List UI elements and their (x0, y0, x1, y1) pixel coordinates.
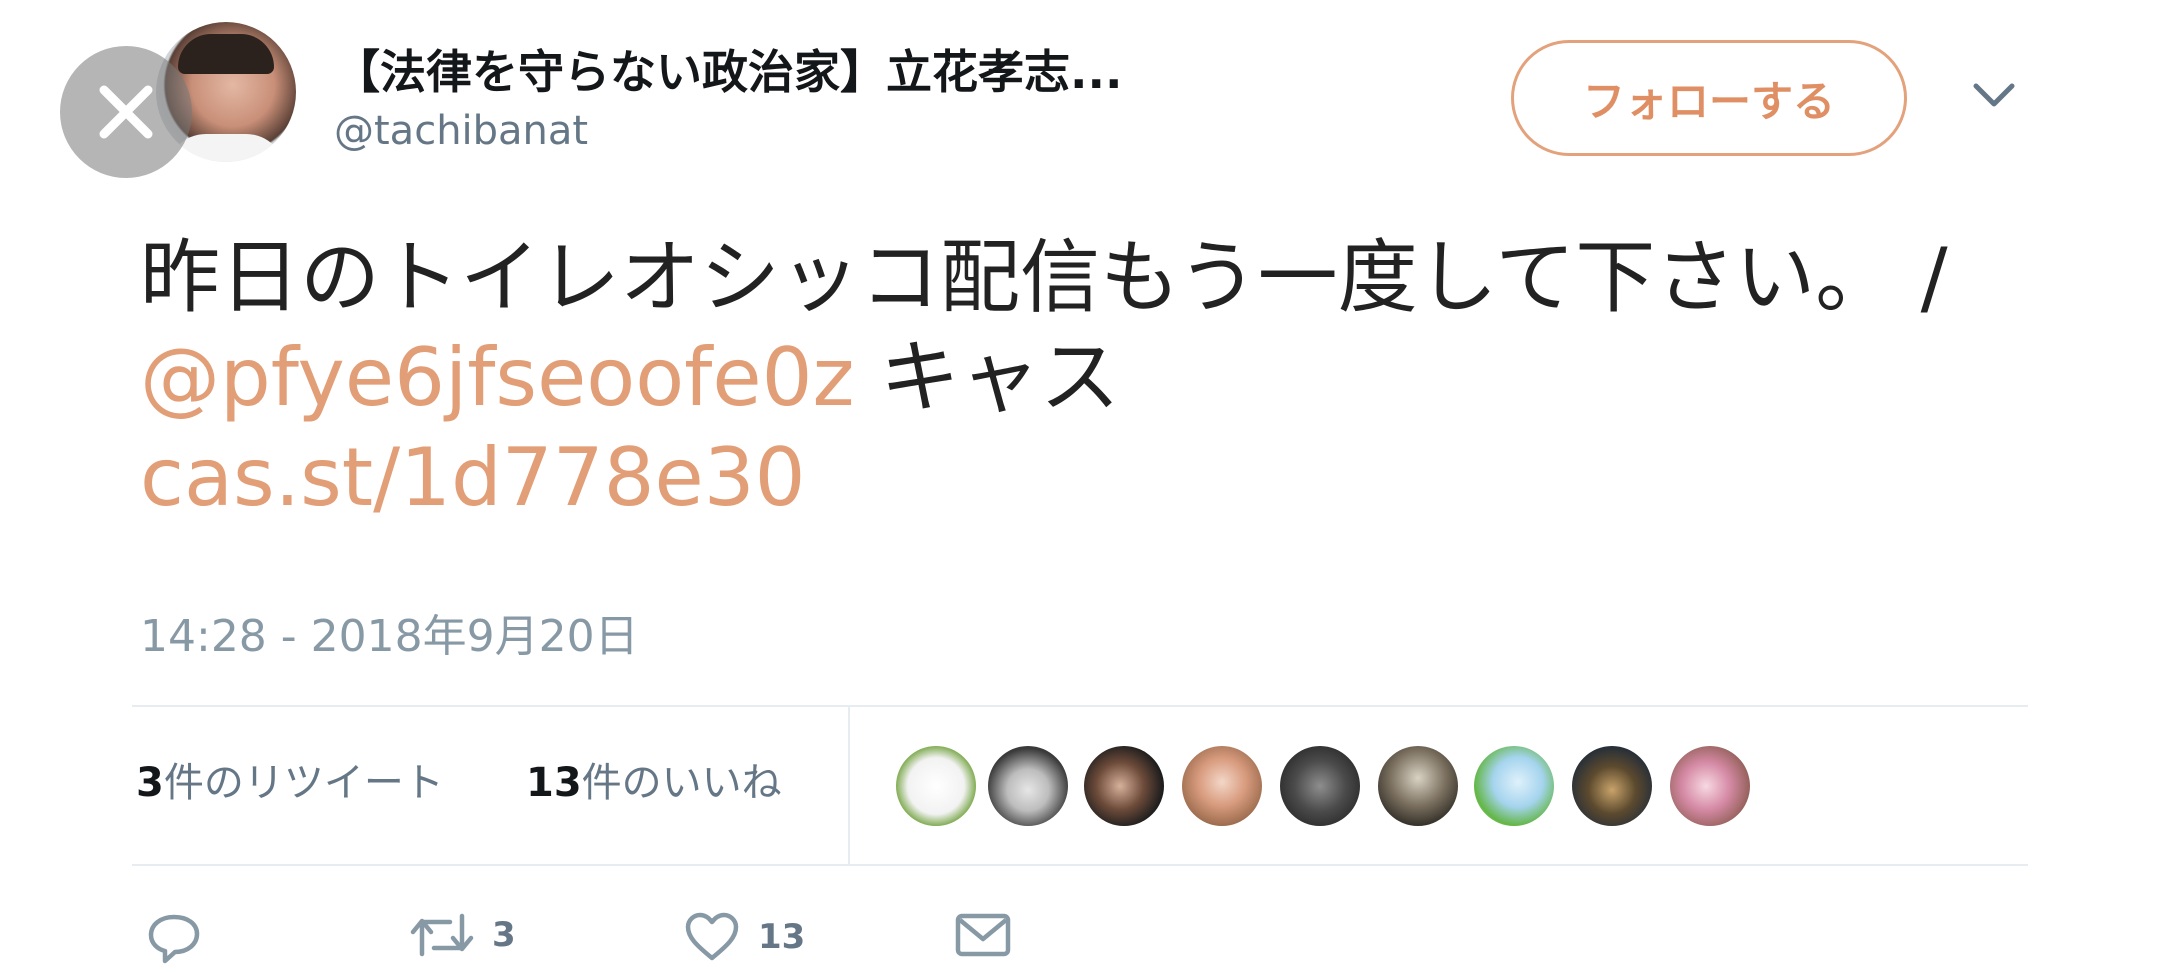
follow-button[interactable]: フォローする (1511, 40, 1907, 156)
divider-bottom (132, 864, 2028, 866)
divider-vertical (848, 706, 850, 864)
reply-icon (148, 914, 200, 964)
tweet-text: 昨日のトイレオシッコ配信もう一度して下さい。 / @pfye6jfseoofe0… (140, 228, 2040, 528)
liker-avatar[interactable] (988, 746, 1068, 826)
tweet-url-link[interactable]: cas.st/1d778e30 (140, 431, 806, 524)
like-count: 13 (758, 917, 806, 957)
liker-avatar[interactable] (1084, 746, 1164, 826)
retweets-count: 3 (136, 760, 164, 806)
retweets-stat[interactable]: 3件のリツイート (136, 750, 444, 808)
mail-icon (955, 913, 1011, 957)
chevron-down-icon (1973, 83, 2015, 107)
liker-avatar[interactable] (896, 746, 976, 826)
divider-top (132, 705, 2028, 707)
liker-avatar[interactable] (1280, 746, 1360, 826)
heart-icon (685, 912, 739, 961)
retweets-label: 件のリツイート (163, 760, 444, 806)
retweet-icon (410, 913, 474, 957)
likes-label: 件のいいね (581, 760, 782, 806)
liker-avatar[interactable] (1572, 746, 1652, 826)
tweet-text-main: 昨日のトイレオシッコ配信もう一度して下さい。 / (140, 231, 1948, 324)
liker-avatar[interactable] (1670, 746, 1750, 826)
display-name[interactable]: 【法律を守らない政治家】立花孝志... (334, 36, 1354, 102)
likes-stat[interactable]: 13件のいいね (526, 750, 782, 808)
retweet-count: 3 (492, 915, 516, 955)
reply-button[interactable] (146, 912, 202, 964)
likes-count: 13 (526, 760, 582, 806)
close-icon (99, 85, 153, 139)
direct-message-button[interactable] (954, 912, 1012, 958)
like-button[interactable]: 13 (684, 912, 805, 962)
tweet-text-tail: キャス (854, 331, 1120, 424)
more-options-button[interactable] (1972, 82, 2016, 114)
liker-avatar[interactable] (1474, 746, 1554, 826)
mention-link[interactable]: @pfye6jfseoofe0z (140, 331, 854, 424)
close-button[interactable] (60, 46, 192, 178)
user-handle[interactable]: @tachibanat (334, 108, 588, 154)
retweet-button[interactable]: 3 (410, 912, 516, 958)
tweet-timestamp[interactable]: 14:28 - 2018年9月20日 (140, 600, 639, 664)
liker-avatar[interactable] (1182, 746, 1262, 826)
liker-avatar[interactable] (1378, 746, 1458, 826)
